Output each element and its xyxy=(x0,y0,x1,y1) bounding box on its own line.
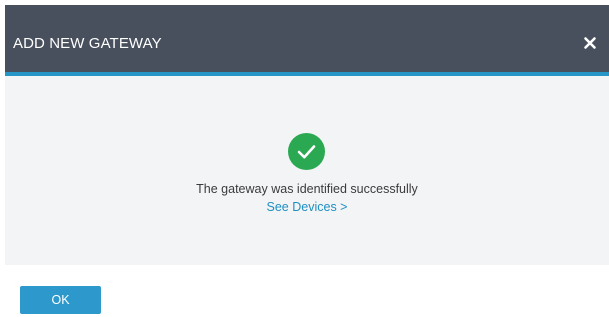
dialog-header: ADD NEW GATEWAY xyxy=(5,5,609,76)
checkmark-circle-icon xyxy=(288,133,325,170)
dialog-title: ADD NEW GATEWAY xyxy=(13,35,162,52)
close-icon[interactable] xyxy=(581,34,599,52)
see-devices-link[interactable]: See Devices > xyxy=(267,200,348,214)
add-gateway-dialog: ADD NEW GATEWAY The gateway was identifi… xyxy=(0,0,609,317)
see-devices-link-row: See Devices > xyxy=(5,199,609,215)
ok-button[interactable]: OK xyxy=(20,286,101,314)
dialog-body: The gateway was identified successfully … xyxy=(5,76,609,265)
success-message: The gateway was identified successfully xyxy=(196,182,418,196)
